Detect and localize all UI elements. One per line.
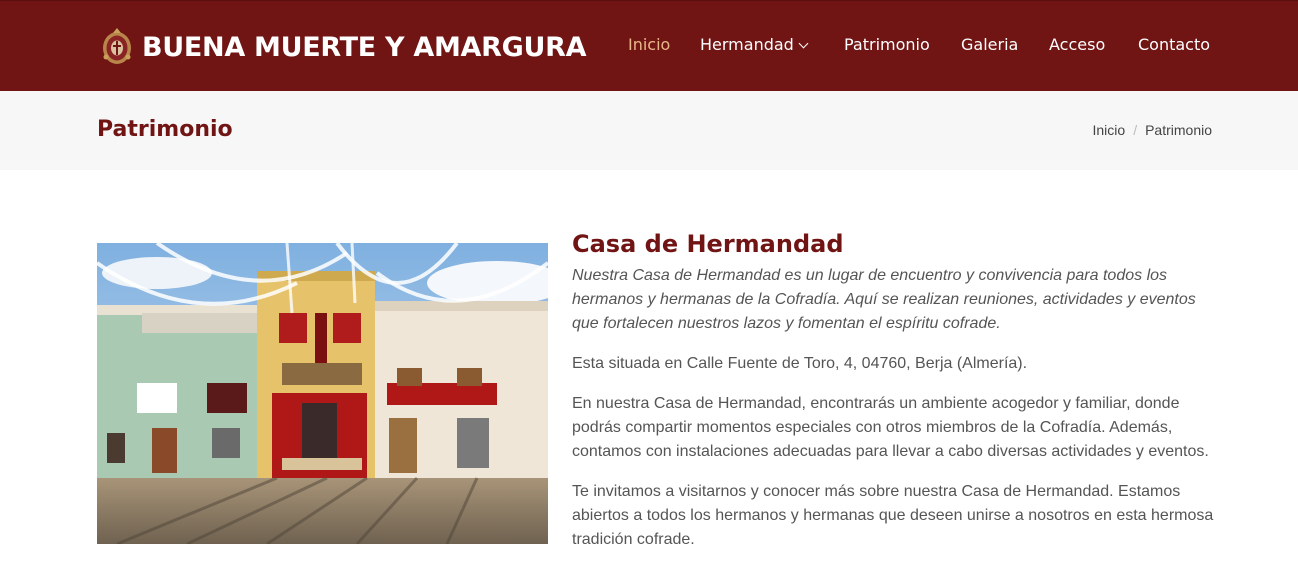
nav-item-inicio[interactable]: Inicio: [628, 35, 670, 54]
breadcrumb-current: Patrimonio: [1145, 122, 1212, 138]
brand-link[interactable]: BUENA MUERTE Y AMARGURA: [100, 27, 587, 67]
brotherhood-crest-icon: [103, 28, 131, 64]
section-title: Casa de Hermandad: [572, 230, 844, 258]
breadcrumb-home-link[interactable]: Inicio: [1093, 122, 1126, 138]
page-title-bar: Patrimonio Inicio / Patrimonio: [0, 91, 1298, 170]
chevron-down-icon: [798, 38, 809, 49]
page-title: Patrimonio: [97, 117, 233, 142]
nav-item-patrimonio[interactable]: Patrimonio: [844, 35, 930, 54]
brand-name: BUENA MUERTE Y AMARGURA: [142, 31, 587, 63]
address-paragraph: Esta situada en Calle Fuente de Toro, 4,…: [572, 355, 1028, 372]
invitation-paragraph: Te invitamos a visitarnos y conocer más …: [572, 483, 1214, 548]
photo-illustration: [97, 243, 548, 544]
intro-paragraph: Nuestra Casa de Hermandad es un lugar de…: [572, 267, 1196, 332]
description-paragraph: En nuestra Casa de Hermandad, encontrará…: [572, 395, 1209, 460]
main-content: Casa de Hermandad Nuestra Casa de Herman…: [572, 230, 1222, 568]
breadcrumb: Inicio / Patrimonio: [1093, 122, 1213, 138]
breadcrumb-separator: /: [1133, 122, 1138, 138]
nav-item-hermandad-label: Hermandad: [700, 35, 794, 54]
nav-item-acceso[interactable]: Acceso: [1049, 35, 1105, 54]
nav-item-contacto[interactable]: Contacto: [1138, 35, 1210, 54]
nav-item-galeria[interactable]: Galeria: [961, 35, 1018, 54]
site-header: BUENA MUERTE Y AMARGURA Inicio Hermandad…: [0, 0, 1298, 91]
street-altar-photo: [97, 243, 548, 544]
nav-item-hermandad[interactable]: Hermandad: [700, 35, 809, 54]
